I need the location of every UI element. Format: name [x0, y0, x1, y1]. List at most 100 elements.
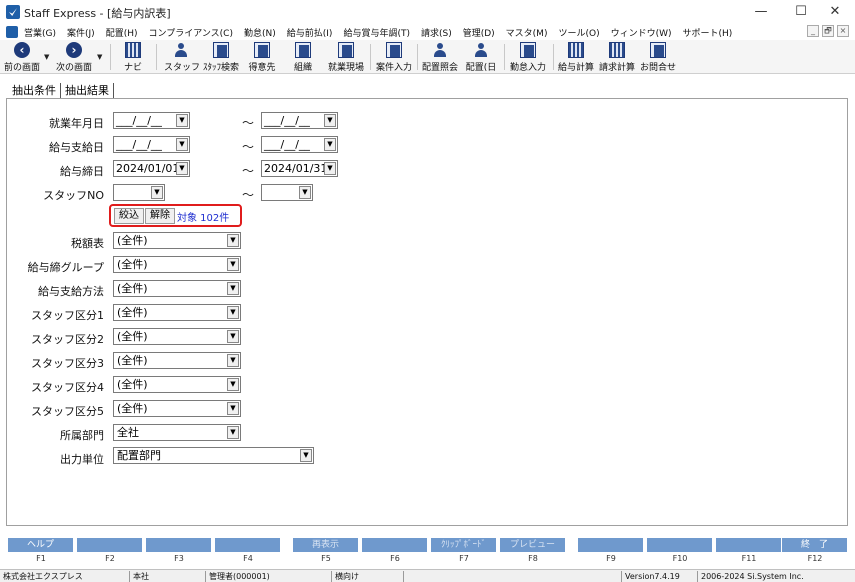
f2-button[interactable] — [77, 538, 143, 552]
menu-compliance[interactable]: コンプライアンス(C) — [148, 26, 233, 39]
chevron-down-icon[interactable]: ▼ — [176, 114, 188, 127]
minimize-button[interactable]: — — [741, 0, 781, 24]
staff-class1-select[interactable]: (全件) ▼ — [113, 304, 241, 321]
close-button[interactable]: ✕ — [815, 0, 855, 24]
menu-payroll[interactable]: 給与賞与年調(T) — [343, 26, 410, 39]
staff-class4-select[interactable]: (全件) ▼ — [113, 376, 241, 393]
toolbar-separator — [553, 44, 554, 70]
employment-date-from[interactable]: ___/__/__ ▼ — [113, 112, 190, 129]
navi-button[interactable]: ナビ — [118, 41, 148, 73]
tax-table-select[interactable]: (全件) ▼ — [113, 232, 241, 249]
chevron-down-icon[interactable]: ▼ — [227, 354, 239, 367]
clear-filter-button[interactable]: 解除 — [145, 208, 175, 224]
attendance-input-button[interactable]: 勤怠入力 — [508, 41, 548, 73]
chevron-down-icon[interactable]: ▼ — [324, 114, 336, 127]
f5-refresh-button[interactable]: 再表示 — [293, 538, 359, 552]
case-input-label: 案件入力 — [375, 63, 412, 73]
payroll-calc-button[interactable]: 給与計算 — [557, 41, 595, 73]
tab-results[interactable]: 抽出結果 — [61, 83, 114, 99]
f8-preview-button[interactable]: プレビュー — [500, 538, 566, 552]
back-history-dropdown-icon[interactable]: ▼ — [44, 53, 49, 61]
department-select[interactable]: 全社 ▼ — [113, 424, 241, 441]
staff-search-button[interactable]: ｽﾀｯﾌ検索 — [202, 41, 240, 73]
mdi-minimize-button[interactable]: _ — [807, 25, 819, 37]
navi-label: ナビ — [123, 63, 142, 73]
chevron-down-icon[interactable]: ▼ — [324, 162, 336, 175]
f1-key-label: F1 — [36, 554, 46, 563]
chevron-down-icon[interactable]: ▼ — [227, 426, 239, 439]
chevron-down-icon[interactable]: ▼ — [227, 282, 239, 295]
pay-date-from-value: ___/__/__ — [116, 138, 162, 151]
output-unit-select[interactable]: 配置部門 ▼ — [113, 447, 314, 464]
closing-group-select[interactable]: (全件) ▼ — [113, 256, 241, 273]
staff-search-icon — [213, 42, 229, 58]
attendance-input-label: 勤怠入力 — [509, 63, 546, 73]
worksite-button[interactable]: 就業現場 — [326, 41, 366, 73]
chevron-down-icon[interactable]: ▼ — [227, 330, 239, 343]
payment-method-select[interactable]: (全件) ▼ — [113, 280, 241, 297]
staff-button[interactable]: スタッフ — [164, 41, 200, 73]
f1-help-button[interactable]: ヘルプ — [8, 538, 74, 552]
chevron-down-icon[interactable]: ▼ — [176, 162, 188, 175]
case-input-button[interactable]: 案件入力 — [374, 41, 414, 73]
menu-support[interactable]: サポート(H) — [683, 26, 733, 39]
contact-label: お問合せ — [639, 63, 676, 73]
chevron-down-icon[interactable]: ▼ — [227, 402, 239, 415]
document-icon[interactable] — [6, 26, 18, 38]
menu-attendance[interactable]: 勤怠(N) — [244, 26, 276, 39]
pay-date-to[interactable]: ___/__/__ ▼ — [261, 136, 338, 153]
closing-date-from[interactable]: 2024/01/01 ▼ — [113, 160, 190, 177]
closing-group-label: 給与締グループ — [27, 261, 104, 274]
f10-button[interactable] — [647, 538, 713, 552]
apply-filter-button[interactable]: 絞込 — [114, 208, 144, 224]
chevron-down-icon[interactable]: ▼ — [227, 306, 239, 319]
toolbar: ‹ 前の画面 ▼ › 次の画面 ▼ ナビ スタッフ ｽﾀｯﾌ検索 得意先 組織 … — [0, 40, 855, 74]
chevron-down-icon[interactable]: ▼ — [324, 138, 336, 151]
f6-button[interactable] — [362, 538, 428, 552]
assign-inquiry-button[interactable]: 配置照会 — [421, 41, 459, 73]
forward-button[interactable]: › 次の画面 — [54, 41, 94, 73]
tab-conditions[interactable]: 抽出条件 — [8, 83, 61, 99]
closing-date-to[interactable]: 2024/01/31 ▼ — [261, 160, 338, 177]
chevron-down-icon[interactable]: ▼ — [227, 258, 239, 271]
client-button[interactable]: 得意先 — [246, 41, 278, 73]
menu-sales[interactable]: 営業(G) — [24, 26, 56, 39]
menu-admin[interactable]: 管理(D) — [463, 26, 495, 39]
back-button[interactable]: ‹ 前の画面 — [2, 41, 42, 73]
back-label: 前の画面 — [3, 63, 40, 73]
menu-case[interactable]: 案件(J) — [67, 26, 95, 39]
menu-advance-pay[interactable]: 給与前払(I) — [287, 26, 333, 39]
menu-tools[interactable]: ツール(O) — [558, 26, 599, 39]
mdi-close-button[interactable]: × — [837, 25, 849, 37]
chevron-down-icon[interactable]: ▼ — [300, 449, 312, 462]
staff-class2-select[interactable]: (全件) ▼ — [113, 328, 241, 345]
mdi-restore-button[interactable]: 🗗 — [822, 25, 834, 37]
staff-no-from[interactable]: ▼ — [113, 184, 165, 201]
menu-billing[interactable]: 請求(S) — [421, 26, 452, 39]
contact-button[interactable]: お問合せ — [639, 41, 677, 73]
f11-button[interactable] — [716, 538, 782, 552]
staff-no-to[interactable]: ▼ — [261, 184, 313, 201]
f12-exit-button[interactable]: 終 了 — [782, 538, 848, 552]
f4-button[interactable] — [215, 538, 281, 552]
f7-clipboard-button[interactable]: ｸﾘｯﾌﾟﾎﾞｰﾄﾞ — [431, 538, 497, 552]
menu-window[interactable]: ウィンドウ(W) — [611, 26, 672, 39]
menu-assign[interactable]: 配置(H) — [106, 26, 138, 39]
chevron-down-icon[interactable]: ▼ — [227, 234, 239, 247]
org-label: 組織 — [293, 63, 312, 73]
forward-history-dropdown-icon[interactable]: ▼ — [97, 53, 102, 61]
f9-button[interactable] — [578, 538, 644, 552]
org-button[interactable]: 組織 — [290, 41, 316, 73]
chevron-down-icon[interactable]: ▼ — [176, 138, 188, 151]
chevron-down-icon[interactable]: ▼ — [227, 378, 239, 391]
chevron-down-icon[interactable]: ▼ — [151, 186, 163, 199]
f3-button[interactable] — [146, 538, 212, 552]
billing-calc-button[interactable]: 請求計算 — [598, 41, 636, 73]
chevron-down-icon[interactable]: ▼ — [299, 186, 311, 199]
pay-date-from[interactable]: ___/__/__ ▼ — [113, 136, 190, 153]
assign-daily-button[interactable]: 配置(日 — [463, 41, 499, 73]
staff-class3-select[interactable]: (全件) ▼ — [113, 352, 241, 369]
employment-date-to[interactable]: ___/__/__ ▼ — [261, 112, 338, 129]
staff-class5-select[interactable]: (全件) ▼ — [113, 400, 241, 417]
menu-master[interactable]: マスタ(M) — [506, 26, 548, 39]
